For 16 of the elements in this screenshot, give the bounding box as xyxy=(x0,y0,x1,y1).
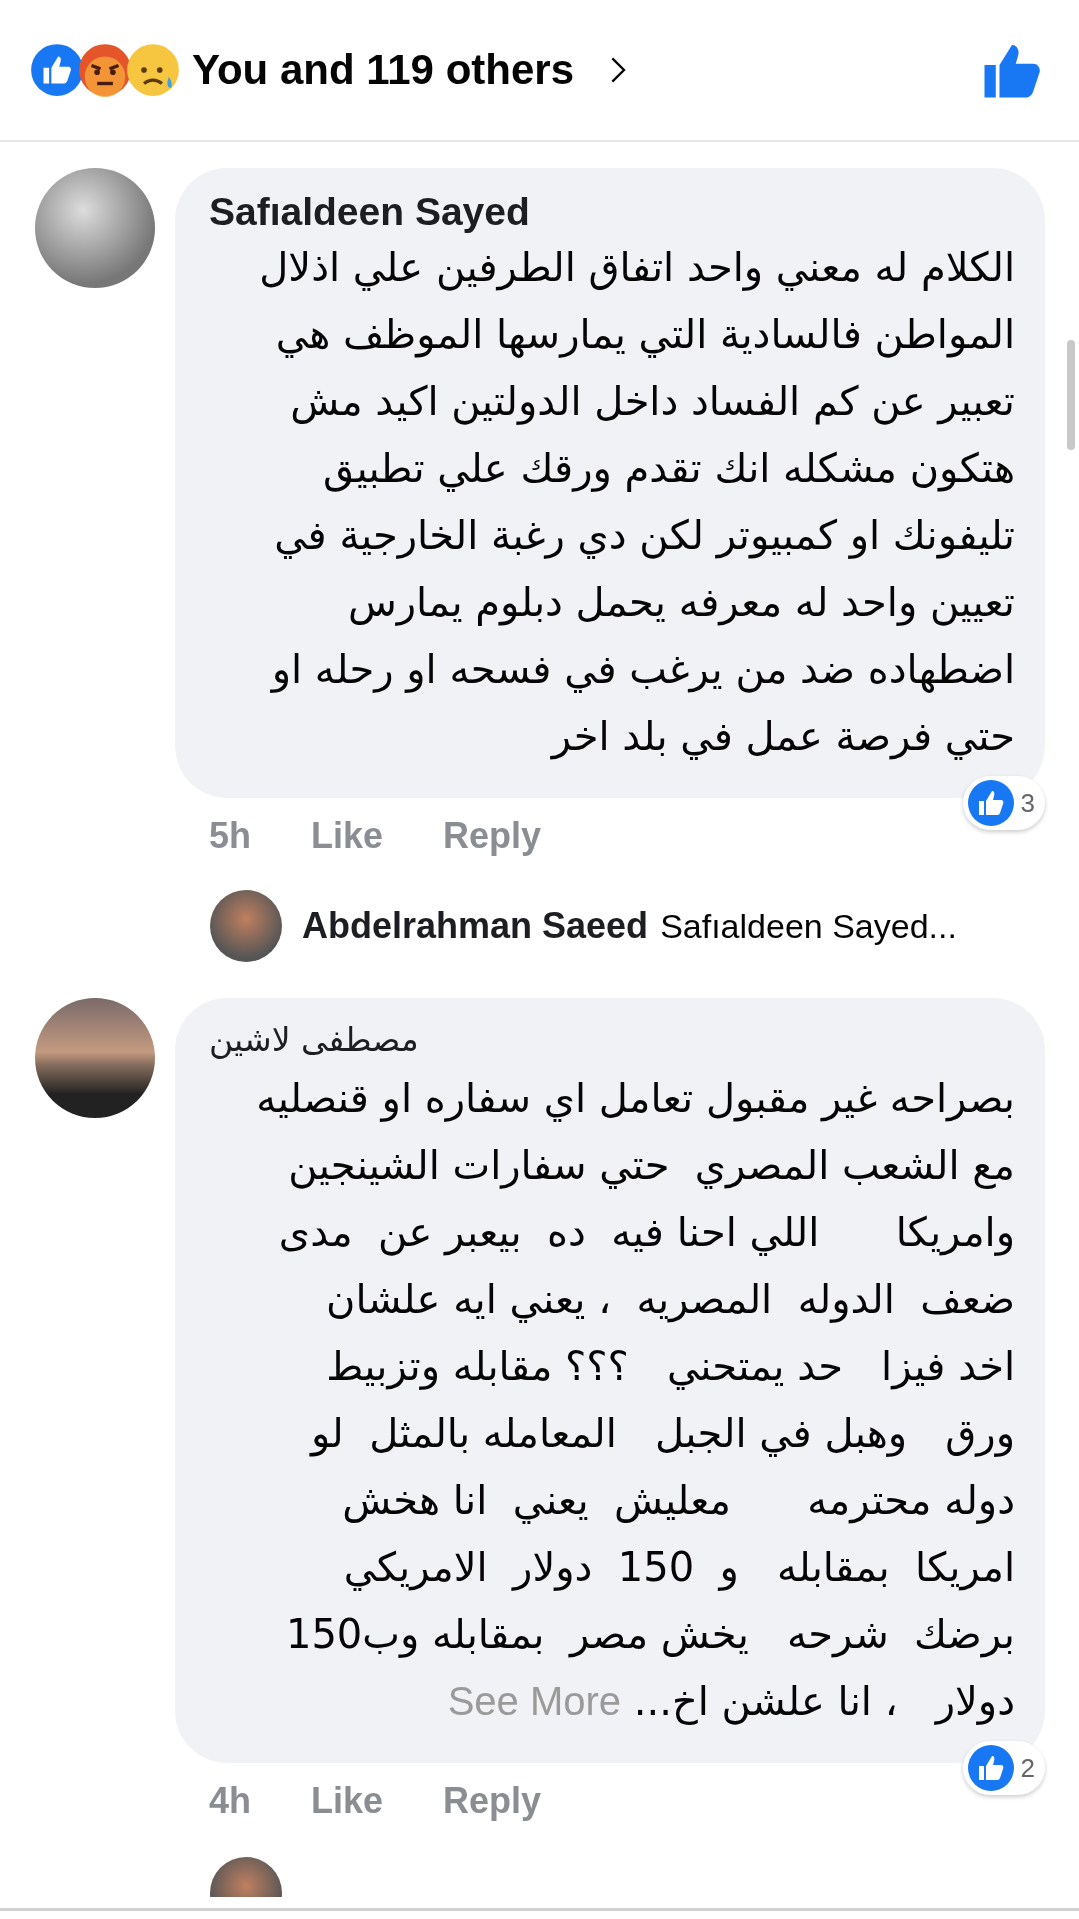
like-reaction-icon xyxy=(966,779,1015,827)
comment-time: 5h xyxy=(209,815,251,857)
sad-face-icon xyxy=(126,43,180,97)
comment-time: 4h xyxy=(209,1780,251,1822)
comment-text: الكلام له معني واحد اتفاق الطرفين علي اذلال المواطن فالسادية التي يمارسها الموظف هي تعبير عن كم الفساد داخل الدولتين اكيد مش هتكون مشكله انك تقدم ورقك علي تطبيق تليفونك او كمبيوتر لكن دي رغبة الخارجية في تعيين واحد له معرفه يحمل دبلوم يمارس اضطهاده ضد من يرغب في فسحه او رحله او حتي فرصة عمل في بلد اخر xyxy=(258,243,1015,762)
reply-author[interactable]: Abdelrahman Saeed xyxy=(302,905,649,947)
author-name[interactable]: Safıaldeen Sayed xyxy=(209,190,530,233)
angry-face-icon xyxy=(78,43,132,97)
reaction-count: 3 xyxy=(962,776,1045,830)
like-reaction-icon xyxy=(966,1744,1015,1792)
reactions-summary[interactable]: You and 119 others xyxy=(192,46,574,94)
author-name[interactable]: مصطفى لاشين xyxy=(209,1020,419,1059)
reaction-count: 2 xyxy=(962,1741,1045,1795)
scrollbar-thumb[interactable] xyxy=(1067,340,1075,450)
like-reaction-icon xyxy=(30,43,84,97)
reply-preview[interactable]: Safıaldeen Sayed... xyxy=(660,906,957,946)
